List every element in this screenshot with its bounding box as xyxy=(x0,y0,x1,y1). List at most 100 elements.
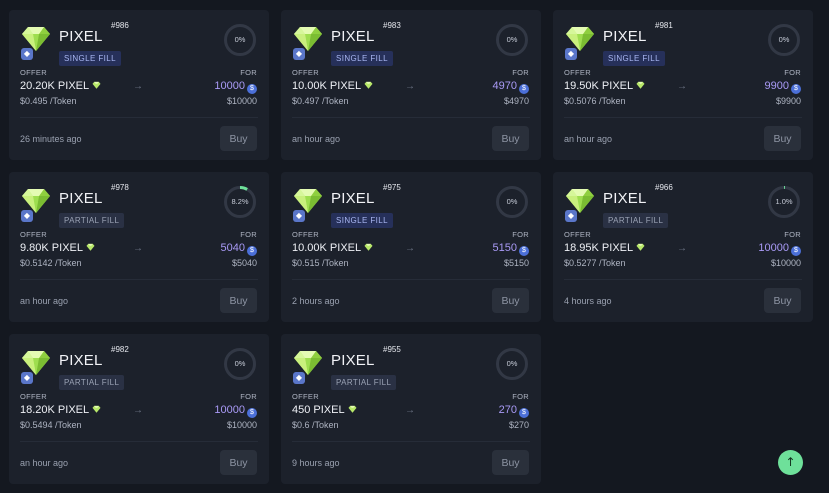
for-amount: 10000 $ xyxy=(214,404,257,418)
divider xyxy=(564,279,802,280)
buy-button[interactable]: Buy xyxy=(492,126,529,151)
arrow-right-icon: → xyxy=(405,405,415,416)
listing-header: ◆ PIXEL #983 SINGLE FILL 0% xyxy=(293,20,529,66)
for-usd-value: $9900 xyxy=(775,96,801,106)
usdc-icon: $ xyxy=(519,84,529,94)
listing-number: #978 xyxy=(111,183,129,192)
for-usd-value: $270 xyxy=(508,420,529,430)
token-name: PIXEL xyxy=(331,190,375,207)
gem-icon: ◆ xyxy=(565,186,597,222)
for-amount-text: 10000 xyxy=(758,242,789,254)
listing-time: 26 minutes ago xyxy=(20,134,82,144)
gem-icon xyxy=(348,404,357,413)
listing-card-8[interactable]: ◆ PIXEL #955 PARTIAL FILL 0% OFFER FOR 4… xyxy=(281,334,541,484)
buy-button[interactable]: Buy xyxy=(220,126,257,151)
buy-button[interactable]: Buy xyxy=(492,450,529,475)
for-label: FOR xyxy=(512,68,529,77)
offer-amount: 18.95K PIXEL xyxy=(564,242,645,254)
offer-amount: 9.80K PIXEL xyxy=(20,242,95,254)
gem-icon xyxy=(86,242,95,251)
usdc-icon: $ xyxy=(519,246,529,256)
for-amount: 4970 $ xyxy=(493,80,529,94)
for-label: FOR xyxy=(240,230,257,239)
listing-card-5[interactable]: ◆ PIXEL #975 SINGLE FILL 0% OFFER FOR 10… xyxy=(281,172,541,322)
for-amount-text: 10000 xyxy=(214,80,245,92)
listing-card-6[interactable]: ◆ PIXEL #966 PARTIAL FILL 1.0% OFFER FOR… xyxy=(553,172,813,322)
for-amount: 5040 $ xyxy=(221,242,257,256)
price-per-token: $0.6 /Token xyxy=(292,420,339,430)
buy-button[interactable]: Buy xyxy=(492,288,529,313)
listing-card-1[interactable]: ◆ PIXEL #986 SINGLE FILL 0% OFFER FOR 20… xyxy=(9,10,269,160)
fill-progress-ring: 0% xyxy=(495,185,529,219)
listing-number: #983 xyxy=(383,21,401,30)
for-usd-value: $10000 xyxy=(226,420,257,430)
ethereum-icon: ◆ xyxy=(293,372,305,384)
fill-progress-ring: 0% xyxy=(767,23,801,57)
arrow-right-icon: → xyxy=(677,81,687,92)
listing-time: 4 hours ago xyxy=(564,296,612,306)
listing-number: #986 xyxy=(111,21,129,30)
offer-amount: 20.20K PIXEL xyxy=(20,80,101,92)
listing-number: #966 xyxy=(655,183,673,192)
for-amount: 5150 $ xyxy=(493,242,529,256)
fill-percent: 0% xyxy=(234,35,246,44)
offer-amount: 19.50K PIXEL xyxy=(564,80,645,92)
gem-icon: ◆ xyxy=(21,186,53,222)
for-usd-value: $10000 xyxy=(770,258,801,268)
gem-icon xyxy=(364,242,373,251)
fill-type-badge: PARTIAL FILL xyxy=(59,213,125,228)
listing-header: ◆ PIXEL #986 SINGLE FILL 0% xyxy=(21,20,257,66)
for-label: FOR xyxy=(240,392,257,401)
listing-card-7[interactable]: ◆ PIXEL #982 PARTIAL FILL 0% OFFER FOR 1… xyxy=(9,334,269,484)
price-per-token: $0.515 /Token xyxy=(292,258,349,268)
buy-button[interactable]: Buy xyxy=(220,450,257,475)
scroll-to-top-button[interactable]: ↑ xyxy=(778,450,803,475)
offer-amount-text: 19.50K PIXEL xyxy=(564,80,634,92)
for-usd-value: $5040 xyxy=(231,258,257,268)
listing-header: ◆ PIXEL #982 PARTIAL FILL 0% xyxy=(21,344,257,390)
arrow-right-icon: → xyxy=(677,243,687,254)
fill-type-badge: SINGLE FILL xyxy=(59,51,121,66)
listing-header: ◆ PIXEL #978 PARTIAL FILL 8.2% xyxy=(21,182,257,228)
offer-amount-text: 450 PIXEL xyxy=(292,404,345,416)
fill-progress-ring: 0% xyxy=(495,347,529,381)
ethereum-icon: ◆ xyxy=(21,372,33,384)
for-amount-text: 4970 xyxy=(492,80,517,92)
offer-label: OFFER xyxy=(564,68,591,77)
buy-button[interactable]: Buy xyxy=(764,288,801,313)
arrow-right-icon: → xyxy=(133,81,143,92)
offer-amount-text: 20.20K PIXEL xyxy=(20,80,90,92)
usdc-icon: $ xyxy=(247,246,257,256)
listing-header: ◆ PIXEL #966 PARTIAL FILL 1.0% xyxy=(565,182,801,228)
buy-button[interactable]: Buy xyxy=(764,126,801,151)
usdc-icon: $ xyxy=(791,246,801,256)
ethereum-icon: ◆ xyxy=(293,48,305,60)
fill-percent: 0% xyxy=(234,359,246,368)
gem-icon: ◆ xyxy=(293,24,325,60)
fill-percent: 1.0% xyxy=(775,197,793,206)
offer-amount: 450 PIXEL xyxy=(292,404,357,416)
token-name: PIXEL xyxy=(603,190,647,207)
price-per-token: $0.495 /Token xyxy=(20,96,77,106)
fill-type-badge: PARTIAL FILL xyxy=(603,213,669,228)
divider xyxy=(292,279,530,280)
fill-progress-ring: 0% xyxy=(223,23,257,57)
ethereum-icon: ◆ xyxy=(565,48,577,60)
price-per-token: $0.5494 /Token xyxy=(20,420,82,430)
gem-icon: ◆ xyxy=(565,24,597,60)
gem-icon xyxy=(364,80,373,89)
gem-icon: ◆ xyxy=(21,348,53,384)
listing-card-3[interactable]: ◆ PIXEL #981 SINGLE FILL 0% OFFER FOR 19… xyxy=(553,10,813,160)
offer-label: OFFER xyxy=(20,392,47,401)
fill-type-badge: PARTIAL FILL xyxy=(59,375,125,390)
listing-time: an hour ago xyxy=(20,458,69,468)
listing-card-2[interactable]: ◆ PIXEL #983 SINGLE FILL 0% OFFER FOR 10… xyxy=(281,10,541,160)
divider xyxy=(20,279,258,280)
token-name: PIXEL xyxy=(59,352,103,369)
listing-card-4[interactable]: ◆ PIXEL #978 PARTIAL FILL 8.2% OFFER FOR… xyxy=(9,172,269,322)
listing-number: #955 xyxy=(383,345,401,354)
token-name: PIXEL xyxy=(331,352,375,369)
listing-time: an hour ago xyxy=(20,296,69,306)
listings-grid: ◆ PIXEL #986 SINGLE FILL 0% OFFER FOR 20… xyxy=(9,10,813,484)
buy-button[interactable]: Buy xyxy=(220,288,257,313)
